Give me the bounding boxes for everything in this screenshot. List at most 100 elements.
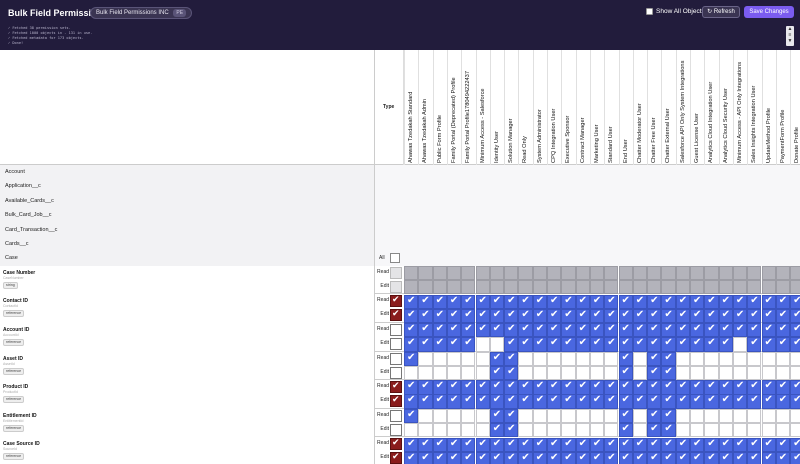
edit-permission-checkbox[interactable] [575,337,590,352]
edit-permission-checkbox[interactable] [747,394,762,409]
read-permission-checkbox[interactable] [575,437,590,452]
edit-permission-checkbox[interactable] [761,423,776,438]
read-permission-checkbox[interactable] [589,351,605,367]
edit-permission-checkbox[interactable] [418,394,433,409]
read-permission-checkbox[interactable] [575,380,590,395]
edit-permission-checkbox[interactable] [518,394,533,409]
read-permission-checkbox[interactable] [547,437,562,452]
profile-column-header[interactable]: PaymentForm Profile [775,50,790,165]
edit-permission-checkbox[interactable] [532,423,547,438]
edit-permission-checkbox[interactable] [747,365,762,381]
read-all-profiles-checkbox[interactable] [390,438,402,451]
edit-permission-checkbox[interactable] [790,394,800,409]
read-permission-checkbox[interactable] [618,294,633,309]
edit-permission-checkbox[interactable] [504,337,519,352]
edit-permission-checkbox[interactable] [632,308,648,323]
edit-permission-checkbox[interactable] [446,365,462,381]
edit-permission-checkbox[interactable] [575,365,590,381]
read-permission-checkbox[interactable] [589,408,605,424]
edit-permission-checkbox[interactable] [618,337,633,352]
edit-permission-checkbox[interactable] [432,365,447,381]
edit-permission-checkbox[interactable] [418,337,433,352]
read-permission-checkbox[interactable] [775,323,791,338]
edit-permission-checkbox[interactable] [732,365,748,381]
edit-permission-checkbox[interactable] [775,451,791,464]
edit-permission-checkbox[interactable] [675,451,690,464]
profile-column-header[interactable]: Family Portal (Deprecated) Profile [446,50,461,165]
object-row[interactable]: Application__c [0,179,800,194]
edit-permission-checkbox[interactable] [575,423,590,438]
read-permission-checkbox[interactable] [790,294,800,309]
object-row[interactable]: Card_Transaction__c [0,222,800,237]
read-permission-checkbox[interactable] [732,437,748,452]
read-permission-checkbox[interactable] [761,437,776,452]
edit-all-profiles-checkbox[interactable] [390,423,402,436]
read-permission-checkbox[interactable] [418,294,433,309]
edit-permission-checkbox[interactable] [504,308,519,323]
edit-permission-checkbox[interactable] [461,394,476,409]
read-permission-checkbox[interactable] [675,351,690,367]
edit-permission-checkbox[interactable] [475,365,490,381]
profile-column-header[interactable]: Standard User [604,50,618,165]
profile-column-header[interactable]: UpdateMethod Profile [761,50,776,165]
edit-permission-checkbox[interactable] [575,394,590,409]
read-permission-checkbox[interactable] [647,380,662,395]
edit-permission-checkbox[interactable] [404,423,419,438]
read-permission-checkbox[interactable] [475,437,490,452]
edit-permission-checkbox[interactable] [761,451,776,464]
edit-permission-checkbox[interactable] [632,337,648,352]
object-row[interactable]: Account [0,165,800,180]
read-permission-checkbox[interactable] [432,408,447,424]
read-all-profiles-checkbox[interactable] [390,409,402,422]
read-permission-checkbox[interactable] [561,294,576,309]
edit-permission-checkbox[interactable] [690,394,705,409]
read-permission-checkbox[interactable] [518,408,533,424]
read-permission-checkbox[interactable] [504,408,519,424]
read-permission-checkbox[interactable] [518,351,533,367]
read-permission-checkbox[interactable] [732,294,748,309]
edit-permission-checkbox[interactable] [604,337,619,352]
read-permission-checkbox[interactable] [532,323,547,338]
read-permission-checkbox[interactable] [575,294,590,309]
read-permission-checkbox[interactable] [504,351,519,367]
read-permission-checkbox[interactable] [532,351,547,367]
edit-permission-checkbox[interactable] [618,423,633,438]
read-permission-checkbox[interactable] [632,380,648,395]
edit-permission-checkbox[interactable] [718,308,733,323]
edit-permission-checkbox[interactable] [690,308,705,323]
edit-permission-checkbox[interactable] [561,308,576,323]
edit-permission-checkbox[interactable] [704,423,719,438]
read-permission-checkbox[interactable] [418,323,433,338]
edit-permission-checkbox[interactable] [504,451,519,464]
edit-permission-checkbox[interactable] [589,394,605,409]
edit-permission-checkbox[interactable] [461,423,476,438]
read-permission-checkbox[interactable] [647,437,662,452]
edit-permission-checkbox[interactable] [404,308,419,323]
edit-permission-checkbox[interactable] [446,423,462,438]
edit-permission-checkbox[interactable] [532,365,547,381]
read-permission-checkbox[interactable] [747,323,762,338]
read-permission-checkbox[interactable] [561,351,576,367]
read-permission-checkbox[interactable] [732,380,748,395]
edit-permission-checkbox[interactable] [418,423,433,438]
edit-permission-checkbox[interactable] [618,308,633,323]
read-permission-checkbox[interactable] [632,437,648,452]
read-permission-checkbox[interactable] [404,380,419,395]
read-permission-checkbox[interactable] [547,323,562,338]
read-permission-checkbox[interactable] [489,408,505,424]
edit-permission-checkbox[interactable] [632,394,648,409]
read-permission-checkbox[interactable] [446,294,462,309]
edit-permission-checkbox[interactable] [632,365,648,381]
read-permission-checkbox[interactable] [661,323,676,338]
object-row[interactable]: Bulk_Card_Job__c [0,208,800,223]
profile-column-header[interactable]: Family Portal Profile1780494222437 [461,50,475,165]
read-permission-checkbox[interactable] [532,437,547,452]
read-permission-checkbox[interactable] [661,294,676,309]
edit-permission-checkbox[interactable] [475,394,490,409]
edit-permission-checkbox[interactable] [432,451,447,464]
profile-column-header[interactable]: Sales Insights Integration User [747,50,761,165]
read-permission-checkbox[interactable] [690,408,705,424]
read-permission-checkbox[interactable] [461,380,476,395]
edit-permission-checkbox[interactable] [747,308,762,323]
edit-permission-checkbox[interactable] [775,308,791,323]
